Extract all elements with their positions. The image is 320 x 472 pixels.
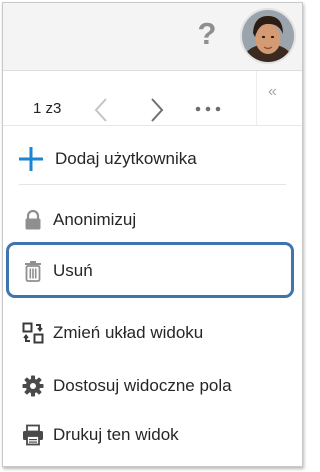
printer-icon: [23, 424, 43, 446]
menu-window: ? 1 z3 « Dodaj użytkownika Anonimizuj Us…: [2, 2, 303, 467]
print-view-menu-item[interactable]: Drukuj ten widok: [3, 410, 302, 460]
customize-fields-label: Dostosuj widoczne pola: [53, 376, 232, 395]
page-indicator: 1 z3: [33, 100, 61, 118]
switch-layout-icon: [22, 322, 44, 344]
delete-label: Usuń: [53, 261, 93, 280]
question-mark-icon[interactable]: ?: [196, 16, 218, 52]
menu-divider: [19, 184, 286, 185]
current-page: 1: [33, 100, 42, 117]
avatar[interactable]: [240, 8, 296, 64]
page-separator: z: [45, 100, 54, 117]
plus-icon: [19, 147, 43, 171]
total-pages: 3: [53, 100, 62, 117]
lock-icon: [25, 209, 41, 230]
panel-divider: [256, 71, 257, 125]
add-user-menu-item[interactable]: Dodaj użytkownika: [3, 134, 302, 184]
customize-fields-menu-item[interactable]: Dostosuj widoczne pola: [3, 361, 302, 411]
gear-icon: [22, 375, 44, 397]
change-layout-label: Zmień układ widoku: [53, 323, 204, 342]
pagination-bar: 1 z3 «: [3, 71, 302, 125]
anonymize-label: Anonimizuj: [53, 210, 137, 229]
add-user-label: Dodaj użytkownika: [55, 149, 197, 168]
more-horizontal-icon[interactable]: [195, 106, 221, 112]
trash-icon: [25, 261, 41, 282]
anonymize-menu-item[interactable]: Anonimizuj: [3, 195, 302, 245]
top-bar: ?: [3, 3, 302, 71]
chevron-right-icon[interactable]: [149, 97, 165, 123]
print-view-label: Drukuj ten widok: [53, 425, 179, 444]
chevron-left-icon[interactable]: [93, 97, 109, 123]
change-layout-menu-item[interactable]: Zmień układ widoku: [3, 308, 302, 358]
delete-menu-item[interactable]: Usuń: [3, 246, 302, 296]
double-chevron-left-icon[interactable]: «: [268, 84, 277, 100]
actions-menu: Dodaj użytkownika Anonimizuj Usuń Zmień …: [3, 125, 302, 466]
